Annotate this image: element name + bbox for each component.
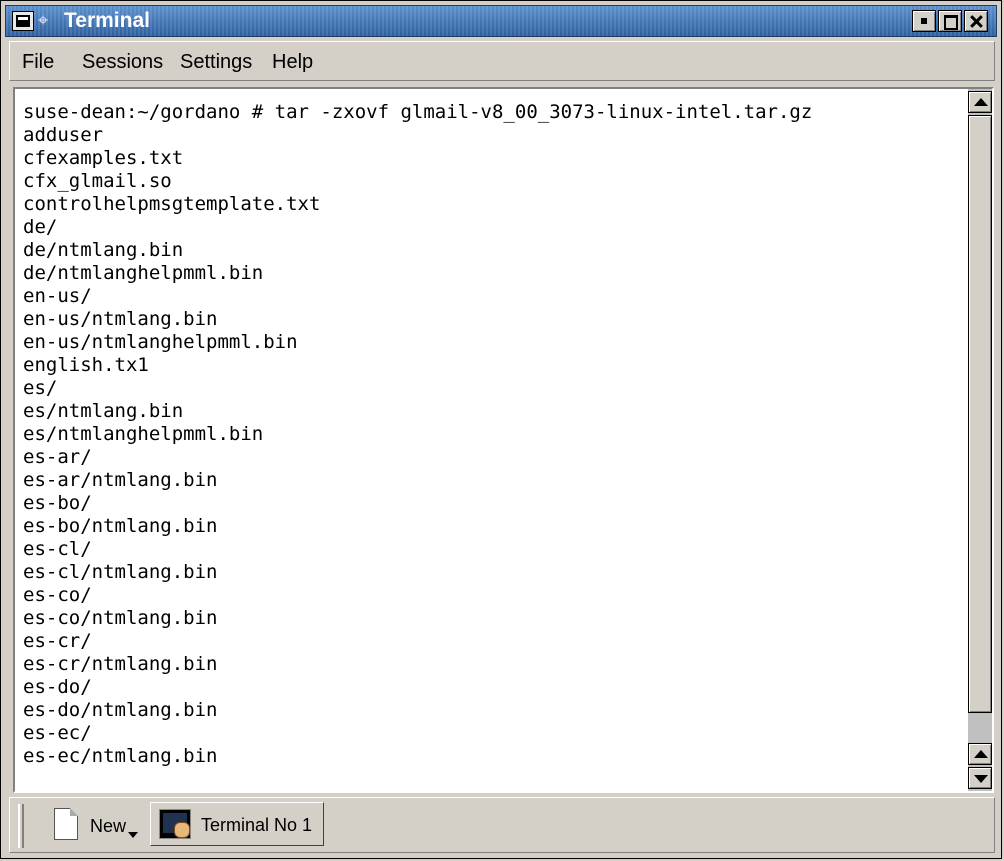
arrow-down-icon — [974, 775, 988, 783]
terminal-line: de/ntmlanghelpmml.bin — [23, 262, 264, 284]
maximize-button[interactable] — [938, 10, 962, 32]
terminal-output[interactable]: suse-dean:~/gordano # tar -zxovf glmail-… — [15, 89, 966, 791]
terminal-line: es-ec/ntmlang.bin — [23, 745, 218, 767]
terminal-line: de/ — [23, 216, 58, 238]
konsole-terminal-icon — [159, 809, 191, 839]
pin-icon[interactable]: ⌖ — [38, 9, 48, 33]
session-tab[interactable]: Terminal No 1 — [150, 802, 324, 846]
arrow-up-icon — [974, 98, 988, 106]
terminal-line: de/ntmlang.bin — [23, 239, 184, 261]
terminal-line: es-cl/ntmlang.bin — [23, 561, 218, 583]
scroll-down-button[interactable] — [968, 767, 992, 789]
vertical-scrollbar[interactable] — [968, 89, 992, 791]
terminal-line: en-us/ — [23, 285, 92, 307]
new-session-button[interactable]: New — [36, 802, 146, 850]
terminal-line: es-bo/ntmlang.bin — [23, 515, 218, 537]
terminal-line: es-cr/ — [23, 630, 92, 652]
terminal-line: es-bo/ — [23, 492, 92, 514]
terminal-window: ⌖ Terminal File Sessions Settings Help s… — [0, 0, 1002, 859]
terminal-line: es-ar/ — [23, 446, 92, 468]
new-page-icon — [54, 808, 78, 840]
minimize-button[interactable] — [912, 10, 936, 32]
close-button[interactable] — [964, 10, 988, 32]
dropdown-arrow-icon[interactable] — [128, 832, 138, 838]
new-session-label: New — [90, 816, 127, 836]
terminal-line: es-cr/ntmlang.bin — [23, 653, 218, 675]
session-tab-bar: New Terminal No 1 — [9, 797, 995, 853]
toolbar-grip[interactable] — [18, 804, 24, 848]
terminal-line: en-us/ntmlang.bin — [23, 308, 218, 330]
terminal-line: es-ec/ — [23, 722, 92, 744]
window-title: Terminal — [64, 9, 150, 32]
terminal-line: es-do/ — [23, 676, 92, 698]
arrow-up-icon — [974, 750, 988, 758]
terminal-line: es-do/ntmlang.bin — [23, 699, 218, 721]
menu-bar: File Sessions Settings Help — [9, 41, 995, 81]
terminal-line: suse-dean:~/gordano # tar -zxovf glmail-… — [23, 101, 813, 123]
menu-settings[interactable]: Settings — [180, 51, 252, 73]
terminal-line: adduser — [23, 124, 104, 146]
session-tab-label: Terminal No 1 — [201, 815, 313, 835]
terminal-line: es/ntmlanghelpmml.bin — [23, 423, 264, 445]
scroll-up-button-lower[interactable] — [968, 743, 992, 765]
scrollbar-thumb[interactable] — [968, 115, 992, 713]
terminal-window-icon[interactable] — [12, 11, 34, 31]
menu-file[interactable]: File — [22, 51, 54, 73]
terminal-line: es-co/ntmlang.bin — [23, 607, 218, 629]
terminal-line: es/ntmlang.bin — [23, 400, 184, 422]
terminal-line: controlhelpmsgtemplate.txt — [23, 193, 321, 215]
terminal-line: es-cl/ — [23, 538, 92, 560]
menu-help[interactable]: Help — [272, 51, 313, 73]
terminal-line: es/ — [23, 377, 58, 399]
terminal-line: cfexamples.txt — [23, 147, 184, 169]
terminal-line: english.tx1 — [23, 354, 149, 376]
title-bar[interactable]: ⌖ Terminal — [5, 5, 997, 37]
menu-sessions[interactable]: Sessions — [82, 51, 163, 73]
terminal-frame: suse-dean:~/gordano # tar -zxovf glmail-… — [13, 87, 994, 793]
terminal-line: es-ar/ntmlang.bin — [23, 469, 218, 491]
scroll-up-button[interactable] — [968, 91, 992, 113]
terminal-line: en-us/ntmlanghelpmml.bin — [23, 331, 298, 353]
terminal-line: cfx_glmail.so — [23, 170, 172, 192]
terminal-line: es-co/ — [23, 584, 92, 606]
